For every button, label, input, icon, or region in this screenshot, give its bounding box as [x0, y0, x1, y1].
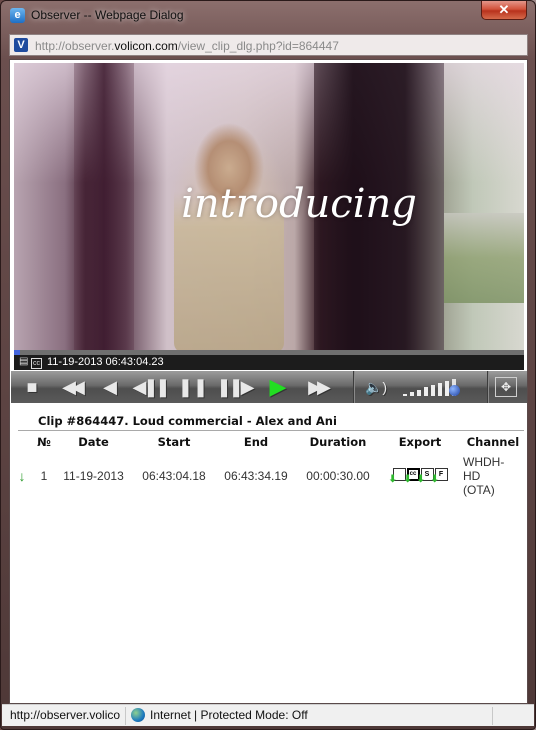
col-header-end: End [243, 435, 269, 449]
title-bar[interactable]: e Observer -- Webpage Dialog ✕ [1, 1, 535, 31]
volume-knob[interactable] [448, 385, 460, 396]
cell-start: 06:43:04.18 [142, 469, 206, 483]
step-back-button[interactable]: ◀ [93, 374, 127, 400]
divider [18, 430, 524, 431]
cell-end: 06:43:34.19 [224, 469, 288, 483]
volume-bar [403, 394, 407, 396]
pause-button[interactable]: ❚❚ [176, 374, 210, 400]
download-arrow-icon: ⬇ [416, 474, 425, 485]
volume-bar [424, 387, 428, 396]
clip-title: Clip #864447. Loud commercial - Alex and… [38, 414, 337, 428]
col-header-download [12, 433, 32, 451]
status-url: http://observer.volico [10, 708, 121, 722]
player-controls: ■ ◀◀ ◀ ◀❚❚ ❚❚ ❚❚▶ ▶ ▶▶ 🔈) ✥ [11, 371, 527, 403]
cell-duration: 00:00:30.00 [306, 469, 370, 483]
url-text: http://observer.volicon.com/view_clip_dl… [35, 39, 339, 53]
globe-icon [131, 708, 145, 722]
export-s-label: S [424, 471, 430, 478]
status-divider [492, 707, 493, 725]
video-timestamp: 11-19-2013 06:43:04.23 [47, 356, 164, 368]
channel-line: WHDH- [463, 455, 505, 469]
security-zone[interactable]: Internet | Protected Mode: Off [150, 708, 308, 722]
col-header-number: № [37, 435, 51, 449]
url-path: /view_clip_dlg.php?id=864447 [177, 39, 339, 53]
video-overlay-text: introducing [181, 181, 417, 227]
url-domain: volicon.com [114, 39, 178, 53]
fast-forward-button[interactable]: ▶▶ [297, 374, 337, 400]
channel-line: (OTA) [463, 483, 495, 497]
dialog-window: e Observer -- Webpage Dialog ✕ V http://… [0, 0, 536, 730]
controls-divider [487, 371, 489, 403]
col-header-channel: Channel [466, 435, 520, 449]
frame-forward-button[interactable]: ❚❚▶ [213, 374, 255, 400]
download-arrow-icon: ↓ [18, 468, 26, 484]
col-header-export: Export [398, 435, 442, 449]
volume-bar [431, 385, 435, 396]
download-button[interactable]: ↓ [12, 451, 32, 501]
close-button[interactable]: ✕ [481, 1, 527, 20]
cell-date: 11-19-2013 [63, 469, 124, 483]
table-row: ↓ 1 11-19-2013 06:43:04.18 06:43:34.19 0… [12, 451, 527, 501]
stop-button[interactable]: ■ [15, 374, 49, 400]
cell-export: ⬇ cc ⬇ S ⬇ F ⬇ [381, 451, 459, 501]
download-arrow-icon: ⬇ [403, 474, 412, 485]
video-player[interactable]: introducing [14, 63, 524, 350]
frame-back-button[interactable]: ◀❚❚ [129, 374, 171, 400]
volume-bar [417, 389, 421, 396]
volume-bar [438, 383, 442, 396]
video-info-bar: ▤ cc 11-19-2013 06:43:04.23 [14, 355, 524, 370]
cell-number: 1 [40, 469, 48, 483]
volume-bar [410, 391, 414, 396]
volume-icon[interactable]: 🔈) [359, 374, 393, 400]
window-title: Observer -- Webpage Dialog [31, 8, 184, 22]
col-header-start: Start [157, 435, 191, 449]
col-header-date: Date [78, 435, 109, 449]
controls-divider [353, 371, 355, 403]
volicon-icon: V [14, 38, 28, 52]
dialog-content: introducing ▤ cc 11-19-2013 06:43:04.23 … [9, 59, 528, 704]
address-bar: V http://observer.volicon.com/view_clip_… [9, 34, 528, 56]
export-f-label: F [438, 471, 444, 478]
channel-line: HD [463, 469, 481, 483]
url-prefix: http://observer. [35, 39, 115, 53]
cell-channel: WHDH- HD (OTA) [459, 451, 527, 501]
rewind-fast-button[interactable]: ◀◀ [51, 374, 91, 400]
ie-icon: e [10, 8, 25, 23]
fullscreen-button[interactable]: ✥ [495, 377, 517, 397]
export-f-icon[interactable]: F ⬇ [431, 468, 448, 485]
download-arrow-icon: ⬇ [430, 474, 439, 485]
status-bar: http://observer.volico Internet | Protec… [2, 704, 534, 726]
col-header-duration: Duration [309, 435, 367, 449]
table-header-row: № Date Start End Duration Export Channel [12, 433, 527, 451]
clips-table: № Date Start End Duration Export Channel… [12, 433, 527, 501]
video-frame-person [174, 123, 284, 350]
play-button[interactable]: ▶ [261, 374, 295, 400]
download-arrow-icon: ⬇ [388, 474, 397, 485]
status-divider [125, 707, 126, 725]
closed-caption-icon[interactable]: cc [31, 358, 42, 369]
list-icon[interactable]: ▤ [19, 356, 28, 367]
